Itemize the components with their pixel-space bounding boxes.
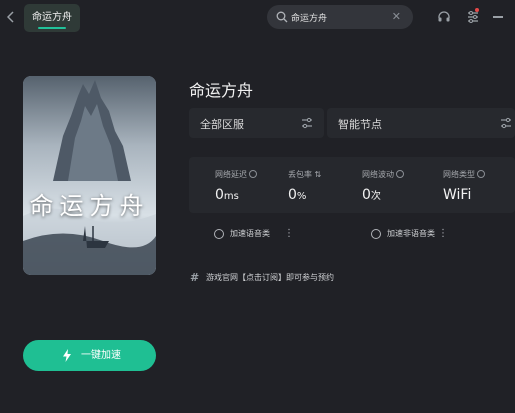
radio-circle[interactable] (371, 229, 381, 239)
stat-value: WiFi (443, 187, 472, 203)
region-selector[interactable]: 全部区服 (189, 108, 324, 138)
search-icon (276, 11, 288, 23)
network-stats-panel: 网络延迟 0ms 丢包率 ⇅ 0% 网络波动 0次 网络类型 WiFi (189, 157, 515, 213)
more-icon[interactable]: ⋮ (438, 227, 448, 241)
more-icon[interactable]: ⋮ (284, 227, 294, 241)
info-icon[interactable] (249, 170, 257, 178)
voice-accel-label: 加速语音类 (230, 229, 270, 238)
notice-text[interactable]: 游戏官网【点击订阅】即可参与预约 (206, 272, 334, 284)
chevron-left-icon (6, 11, 14, 23)
stat-value: 0% (288, 187, 307, 203)
node-selector[interactable]: 智能节点 (327, 108, 515, 138)
title-bar: 命运方舟 ✕ (0, 0, 515, 36)
tab-active-indicator (38, 27, 66, 29)
stat-label: 网络波动 (362, 169, 404, 180)
non-voice-accel-label: 加速非语音类 (387, 229, 435, 238)
stat-label: 丢包率 ⇅ (288, 170, 322, 179)
node-label: 智能节点 (338, 118, 382, 131)
search-input[interactable] (291, 8, 387, 26)
headset-icon[interactable] (437, 10, 451, 24)
stat-label: 网络延迟 (215, 169, 257, 180)
stat-label: 网络类型 (443, 169, 485, 180)
globe-icon[interactable] (477, 170, 485, 178)
back-button[interactable] (4, 9, 18, 25)
cover-title: 命运方舟 (29, 192, 150, 220)
accelerate-button[interactable]: 一键加速 (23, 340, 156, 371)
game-cover: 命运方舟 (23, 76, 156, 275)
stat-value: 0ms (215, 187, 239, 203)
adjust-icon (501, 117, 511, 129)
accelerate-label: 一键加速 (81, 350, 121, 361)
jitter-icon[interactable] (396, 170, 404, 178)
stat-value: 0次 (362, 187, 381, 203)
radio-circle[interactable] (214, 229, 224, 239)
game-title: 命运方舟 (189, 81, 254, 100)
updown-icon: ⇅ (314, 170, 322, 179)
cover-art-image (23, 76, 156, 275)
clear-search-icon[interactable]: ✕ (392, 9, 401, 25)
hash-icon: # (190, 271, 200, 284)
list-settings-icon[interactable] (466, 10, 480, 24)
tab-label: 命运方舟 (32, 12, 72, 23)
minimize-icon[interactable] (493, 16, 503, 18)
notification-dot (475, 8, 479, 12)
adjust-icon (302, 117, 312, 129)
lightning-icon (63, 349, 71, 362)
search-box[interactable]: ✕ (267, 5, 413, 29)
region-label: 全部区服 (200, 118, 244, 131)
tab-game[interactable]: 命运方舟 (24, 4, 80, 32)
